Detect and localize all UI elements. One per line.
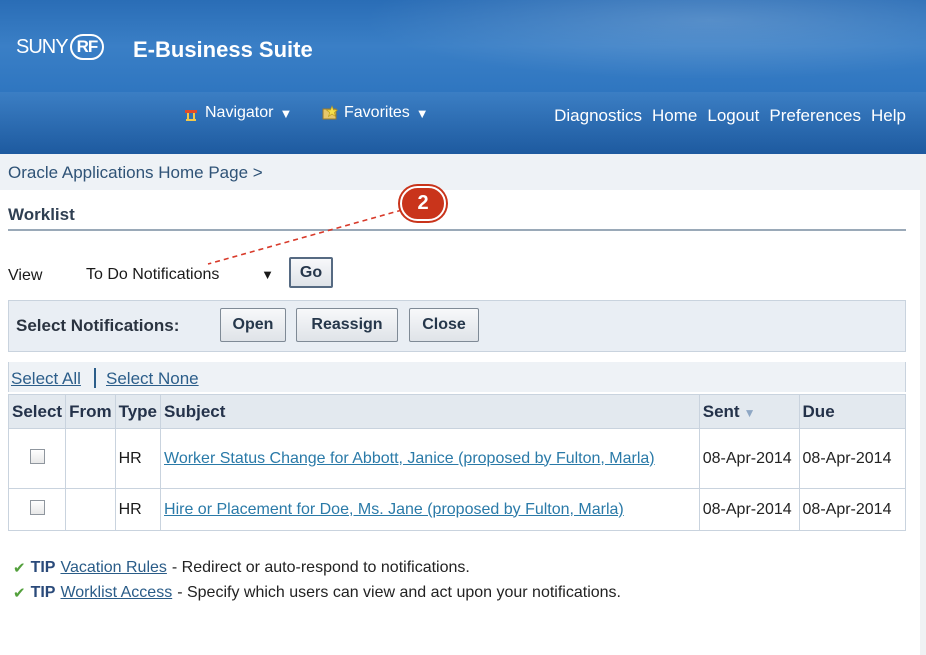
- favorites-menu[interactable]: Favorites ▼: [322, 104, 429, 122]
- sent-cell: 08-Apr-2014: [698, 488, 800, 531]
- sort-desc-icon[interactable]: ▼: [744, 406, 756, 420]
- sent-header-label: Sent: [702, 401, 740, 421]
- breadcrumb-home-link[interactable]: Oracle Applications Home Page: [8, 163, 248, 182]
- tip-text: - Specify which users can view and act u…: [177, 584, 621, 601]
- from-cell: [65, 428, 116, 489]
- app-header: SUNY RF E-Business Suite Navigator ▼ Fav…: [0, 0, 926, 154]
- suny-rf-logo[interactable]: SUNY RF: [16, 34, 105, 60]
- tip-label: TIP: [30, 584, 56, 601]
- column-header-due[interactable]: Due: [798, 394, 907, 429]
- type-cell: HR: [114, 488, 162, 531]
- view-label: View: [8, 267, 43, 284]
- notifications-table: Select From Type Subject Sent ▼ Due HR Wo…: [7, 394, 907, 531]
- view-select-value: To Do Notifications: [86, 266, 220, 283]
- favorites-label: Favorites: [344, 104, 410, 121]
- select-all-link[interactable]: Select All: [11, 369, 81, 389]
- navigator-menu[interactable]: Navigator ▼: [183, 104, 292, 122]
- help-link[interactable]: Help: [871, 106, 906, 126]
- tip-label: TIP: [30, 559, 56, 576]
- select-none-link[interactable]: Select None: [106, 369, 199, 389]
- type-cell: HR: [114, 428, 162, 489]
- select-notifications-label: Select Notifications:: [16, 316, 180, 335]
- subject-link[interactable]: Hire or Placement for Doe, Ms. Jane (pro…: [164, 501, 624, 518]
- due-cell: 08-Apr-2014: [798, 488, 907, 531]
- chevron-down-icon: ▼: [261, 267, 274, 282]
- table-header-row: Select From Type Subject Sent ▼ Due: [7, 394, 907, 429]
- callout-badge: 2: [400, 186, 446, 221]
- tip-vacation-rules: ✔ TIP Vacation Rules - Redirect or auto-…: [13, 559, 470, 577]
- table-row: HR Worker Status Change for Abbott, Jani…: [7, 428, 907, 489]
- navigator-label: Navigator: [205, 104, 274, 121]
- view-select[interactable]: To Do Notifications ▼: [80, 261, 282, 289]
- title-divider: [8, 229, 906, 231]
- global-links: Diagnostics Home Logout Preferences Help: [554, 106, 906, 126]
- chevron-down-icon: ▼: [415, 105, 429, 121]
- open-button[interactable]: Open: [220, 308, 286, 342]
- logout-link[interactable]: Logout: [707, 106, 759, 126]
- star-folder-icon: [322, 105, 338, 120]
- logo-rf-text: RF: [69, 34, 105, 60]
- subject-cell: Hire or Placement for Doe, Ms. Jane (pro…: [160, 488, 700, 531]
- from-cell: [65, 488, 116, 531]
- close-button[interactable]: Close: [409, 308, 479, 342]
- sent-cell: 08-Apr-2014: [698, 428, 800, 489]
- subject-cell: Worker Status Change for Abbott, Janice …: [160, 428, 700, 489]
- row-select-cell: [7, 488, 67, 531]
- due-cell: 08-Apr-2014: [798, 428, 907, 489]
- suite-title: E-Business Suite: [133, 37, 313, 62]
- logo-suny-text: SUNY: [16, 35, 69, 58]
- preferences-link[interactable]: Preferences: [769, 106, 861, 126]
- worklist-access-link[interactable]: Worklist Access: [60, 584, 172, 602]
- column-header-select: Select: [7, 394, 67, 429]
- checkmark-icon: ✔: [13, 585, 26, 602]
- column-header-subject: Subject: [160, 394, 700, 429]
- column-header-from: From: [65, 394, 116, 429]
- breadcrumb-separator: >: [252, 163, 263, 182]
- row-checkbox[interactable]: [29, 448, 45, 464]
- go-button[interactable]: Go: [289, 257, 333, 288]
- diagnostics-link[interactable]: Diagnostics: [554, 106, 642, 126]
- column-header-sent[interactable]: Sent ▼: [698, 394, 800, 429]
- page-title: Worklist: [8, 205, 75, 224]
- row-select-cell: [7, 428, 67, 489]
- tip-text: - Redirect or auto-respond to notificati…: [171, 559, 470, 576]
- column-header-type: Type: [114, 394, 162, 429]
- house-icon: [185, 110, 197, 121]
- checkmark-icon: ✔: [13, 560, 26, 577]
- link-divider: [94, 368, 96, 388]
- breadcrumb: Oracle Applications Home Page >: [8, 163, 263, 183]
- table-row: HR Hire or Placement for Doe, Ms. Jane (…: [7, 488, 907, 531]
- subject-link[interactable]: Worker Status Change for Abbott, Janice …: [164, 450, 655, 467]
- vacation-rules-link[interactable]: Vacation Rules: [60, 559, 166, 577]
- tip-worklist-access: ✔ TIP Worklist Access - Specify which us…: [13, 584, 621, 602]
- home-link[interactable]: Home: [652, 106, 697, 126]
- global-nav: Navigator ▼ Favorites ▼ Diagnostics Home…: [0, 104, 926, 134]
- scrollbar-track[interactable]: [920, 154, 926, 655]
- row-checkbox[interactable]: [29, 499, 45, 515]
- reassign-button[interactable]: Reassign: [296, 308, 398, 342]
- chevron-down-icon: ▼: [279, 105, 293, 121]
